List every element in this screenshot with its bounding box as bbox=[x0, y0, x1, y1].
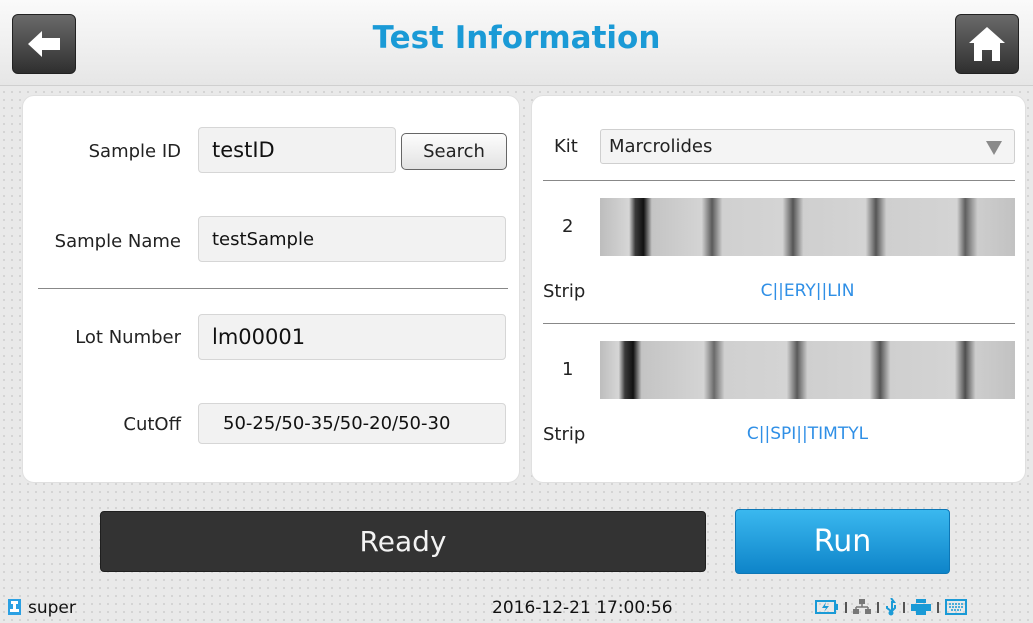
battery-charging-icon bbox=[815, 600, 838, 614]
datetime: 2016-12-21 17:00:56 bbox=[492, 598, 673, 618]
printer-icon bbox=[911, 599, 931, 615]
kit-label: Kit bbox=[554, 136, 578, 157]
strip-image bbox=[600, 198, 1015, 256]
cutoff-label: CutOff bbox=[123, 414, 181, 435]
divider bbox=[543, 180, 1015, 181]
cutoff-input[interactable]: 50-25/50-35/50-20/50-30 bbox=[198, 403, 506, 444]
network-icon bbox=[853, 599, 871, 614]
run-button[interactable]: Run bbox=[735, 509, 950, 574]
strip-number: 2 bbox=[562, 216, 574, 237]
sample-info-panel: Sample ID testID Search Sample Name test… bbox=[22, 95, 520, 483]
home-icon bbox=[969, 27, 1005, 61]
sample-name-label: Sample Name bbox=[54, 231, 181, 252]
sample-id-label: Sample ID bbox=[88, 141, 181, 162]
lot-number-input[interactable]: lm00001 bbox=[198, 314, 506, 360]
strip-image bbox=[600, 341, 1015, 399]
system-tray bbox=[815, 597, 967, 617]
page-title: Test Information bbox=[372, 20, 661, 56]
strip-number: 1 bbox=[562, 359, 574, 380]
chevron-down-icon bbox=[986, 141, 1002, 155]
lot-number-label: Lot Number bbox=[75, 327, 181, 348]
divider bbox=[543, 323, 1015, 324]
kit-select-value: Marcrolides bbox=[609, 136, 713, 157]
username: super bbox=[28, 598, 76, 618]
home-button[interactable] bbox=[955, 14, 1019, 74]
search-button[interactable]: Search bbox=[401, 133, 507, 170]
keyboard-icon bbox=[945, 599, 967, 615]
status-display: Ready bbox=[100, 511, 706, 572]
strip-label: Strip bbox=[543, 281, 586, 302]
user-icon bbox=[8, 599, 21, 615]
divider bbox=[38, 288, 508, 289]
sample-id-input[interactable]: testID bbox=[198, 127, 396, 173]
strip-code: C||ERY||LIN bbox=[760, 281, 855, 301]
strip-code: C||SPI||TIMTYL bbox=[746, 424, 869, 444]
status-bar: super 2016-12-21 17:00:56 bbox=[0, 592, 1033, 623]
strip-label: Strip bbox=[543, 424, 586, 445]
kit-select[interactable]: Marcrolides bbox=[600, 129, 1015, 164]
usb-icon bbox=[886, 598, 896, 616]
kit-panel: Kit Marcrolides 2 Strip C||ERY||LIN 1 St… bbox=[531, 95, 1026, 483]
header-bar: Test Information bbox=[0, 0, 1033, 86]
sample-name-input[interactable]: testSample bbox=[198, 216, 506, 262]
